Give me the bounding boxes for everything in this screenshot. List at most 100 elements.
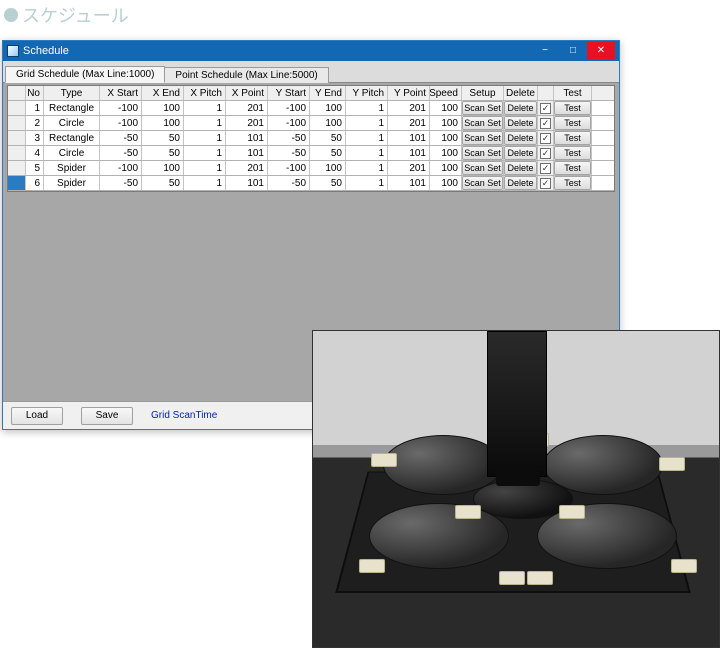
col-speed[interactable]: Speed (430, 86, 462, 100)
col-xpitch[interactable]: X Pitch (184, 86, 226, 100)
cell-xpoint[interactable]: 201 (226, 101, 268, 115)
cell-xpoint[interactable]: 101 (226, 176, 268, 190)
cell-type[interactable]: Spider (44, 176, 100, 190)
scan-set-button[interactable]: Scan Set (462, 131, 503, 145)
cell-speed[interactable]: 100 (430, 176, 462, 190)
cell-no[interactable]: 1 (26, 101, 44, 115)
test-button[interactable]: Test (554, 146, 591, 160)
cell-ypoint[interactable]: 101 (388, 146, 430, 160)
cell-yend[interactable]: 100 (310, 161, 346, 175)
col-setup[interactable]: Setup (462, 86, 504, 100)
scan-set-button[interactable]: Scan Set (462, 116, 503, 130)
row-checkbox[interactable]: ✓ (540, 163, 551, 174)
cell-yend[interactable]: 100 (310, 116, 346, 130)
row-checkbox[interactable]: ✓ (540, 103, 551, 114)
row-checkbox[interactable]: ✓ (540, 133, 551, 144)
cell-xstart[interactable]: -100 (100, 101, 142, 115)
test-button[interactable]: Test (554, 101, 591, 115)
table-row[interactable]: 5Spider-1001001201-1001001201100Scan Set… (8, 161, 614, 176)
cell-xpitch[interactable]: 1 (184, 161, 226, 175)
cell-ypoint[interactable]: 201 (388, 101, 430, 115)
schedule-grid[interactable]: No Type X Start X End X Pitch X Point Y … (7, 85, 615, 192)
cell-type[interactable]: Rectangle (44, 101, 100, 115)
cell-ystart[interactable]: -50 (268, 146, 310, 160)
cell-ystart[interactable]: -100 (268, 116, 310, 130)
delete-button[interactable]: Delete (504, 161, 537, 175)
cell-xpitch[interactable]: 1 (184, 101, 226, 115)
cell-ypoint[interactable]: 201 (388, 161, 430, 175)
col-xpoint[interactable]: X Point (226, 86, 268, 100)
cell-xend[interactable]: 100 (142, 116, 184, 130)
row-header[interactable] (8, 176, 26, 190)
col-ystart[interactable]: Y Start (268, 86, 310, 100)
cell-no[interactable]: 5 (26, 161, 44, 175)
delete-button[interactable]: Delete (504, 176, 537, 190)
cell-ystart[interactable]: -100 (268, 101, 310, 115)
minimize-button[interactable]: − (531, 42, 559, 60)
cell-yend[interactable]: 100 (310, 101, 346, 115)
row-header[interactable] (8, 146, 26, 160)
table-row[interactable]: 2Circle-1001001201-1001001201100Scan Set… (8, 116, 614, 131)
cell-ystart[interactable]: -100 (268, 161, 310, 175)
cell-yend[interactable]: 50 (310, 146, 346, 160)
close-button[interactable]: ✕ (587, 42, 615, 60)
cell-xpoint[interactable]: 101 (226, 146, 268, 160)
test-button[interactable]: Test (554, 176, 591, 190)
titlebar[interactable]: Schedule − □ ✕ (3, 41, 619, 61)
cell-xstart[interactable]: -50 (100, 176, 142, 190)
cell-xpitch[interactable]: 1 (184, 146, 226, 160)
delete-button[interactable]: Delete (504, 131, 537, 145)
table-row[interactable]: 1Rectangle-1001001201-1001001201100Scan … (8, 101, 614, 116)
cell-ypoint[interactable]: 101 (388, 131, 430, 145)
row-checkbox[interactable]: ✓ (540, 148, 551, 159)
cell-xend[interactable]: 50 (142, 176, 184, 190)
col-xstart[interactable]: X Start (100, 86, 142, 100)
cell-ypitch[interactable]: 1 (346, 176, 388, 190)
delete-button[interactable]: Delete (504, 116, 537, 130)
row-header[interactable] (8, 131, 26, 145)
cell-type[interactable]: Circle (44, 146, 100, 160)
grid-scantime-link[interactable]: Grid ScanTime (151, 410, 217, 421)
col-no[interactable]: No (26, 86, 44, 100)
cell-xpitch[interactable]: 1 (184, 176, 226, 190)
scan-set-button[interactable]: Scan Set (462, 101, 503, 115)
row-header[interactable] (8, 101, 26, 115)
test-button[interactable]: Test (554, 161, 591, 175)
cell-speed[interactable]: 100 (430, 101, 462, 115)
cell-ypoint[interactable]: 101 (388, 176, 430, 190)
delete-button[interactable]: Delete (504, 101, 537, 115)
cell-ypitch[interactable]: 1 (346, 161, 388, 175)
scan-set-button[interactable]: Scan Set (462, 176, 503, 190)
test-button[interactable]: Test (554, 131, 591, 145)
row-checkbox[interactable]: ✓ (540, 178, 551, 189)
col-test[interactable]: Test (554, 86, 592, 100)
table-row[interactable]: 6Spider-50501101-50501101100Scan SetDele… (8, 176, 614, 191)
cell-ypitch[interactable]: 1 (346, 101, 388, 115)
col-xend[interactable]: X End (142, 86, 184, 100)
cell-type[interactable]: Spider (44, 161, 100, 175)
col-delete[interactable]: Delete (504, 86, 538, 100)
cell-xpoint[interactable]: 201 (226, 116, 268, 130)
maximize-button[interactable]: □ (559, 42, 587, 60)
cell-yend[interactable]: 50 (310, 131, 346, 145)
cell-xend[interactable]: 50 (142, 131, 184, 145)
cell-xstart[interactable]: -50 (100, 131, 142, 145)
cell-speed[interactable]: 100 (430, 116, 462, 130)
cell-ypitch[interactable]: 1 (346, 116, 388, 130)
table-row[interactable]: 3Rectangle-50501101-50501101100Scan SetD… (8, 131, 614, 146)
col-yend[interactable]: Y End (310, 86, 346, 100)
cell-xend[interactable]: 100 (142, 161, 184, 175)
cell-xend[interactable]: 50 (142, 146, 184, 160)
save-button[interactable]: Save (81, 407, 133, 425)
cell-xstart[interactable]: -100 (100, 116, 142, 130)
cell-speed[interactable]: 100 (430, 146, 462, 160)
table-row[interactable]: 4Circle-50501101-50501101100Scan SetDele… (8, 146, 614, 161)
cell-no[interactable]: 6 (26, 176, 44, 190)
cell-type[interactable]: Circle (44, 116, 100, 130)
col-type[interactable]: Type (44, 86, 100, 100)
cell-speed[interactable]: 100 (430, 131, 462, 145)
col-ypoint[interactable]: Y Point (388, 86, 430, 100)
cell-no[interactable]: 2 (26, 116, 44, 130)
load-button[interactable]: Load (11, 407, 63, 425)
delete-button[interactable]: Delete (504, 146, 537, 160)
